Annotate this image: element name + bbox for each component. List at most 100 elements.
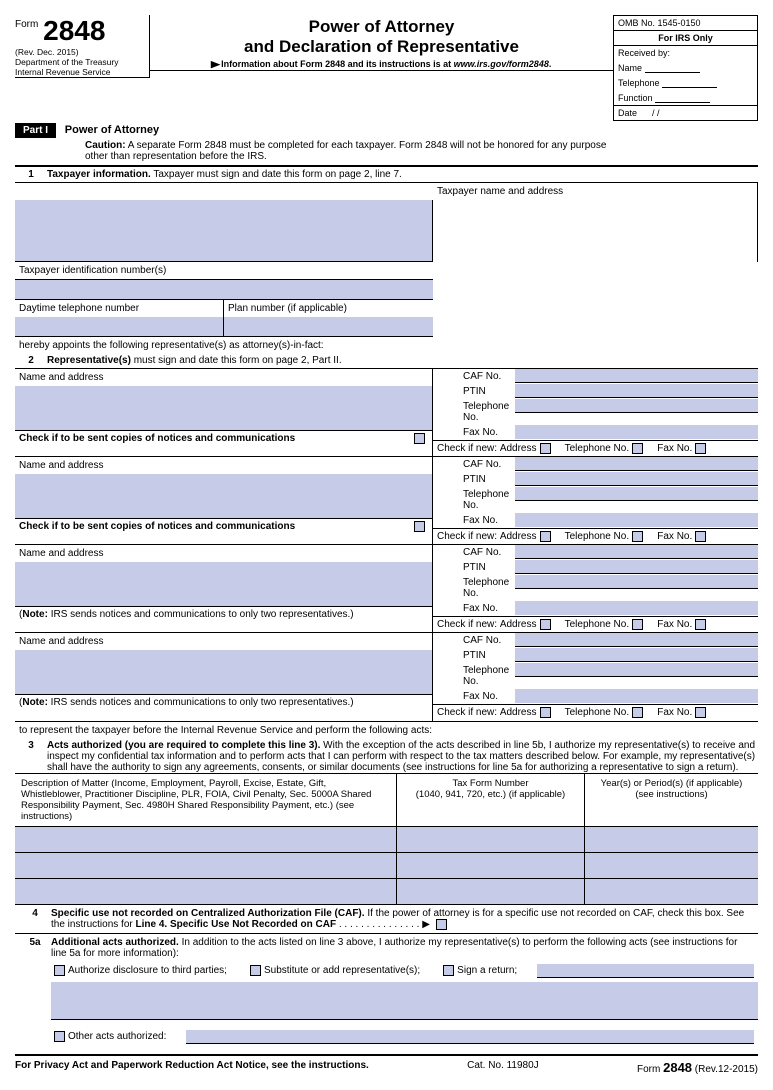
matter-header: Description of Matter (Income, Employmen… — [15, 773, 758, 827]
line2-header: 2 Representative(s) must sign and date t… — [15, 353, 758, 368]
line3-header: 3 Acts authorized (you are required to c… — [15, 738, 758, 773]
l5a-opt1-checkbox[interactable] — [54, 965, 65, 976]
rep3-name-label: Name and address — [15, 545, 432, 562]
matter-col3: Year(s) or Period(s) (if applicable)(see… — [585, 774, 758, 826]
footer-form: Form 2848 (Rev.12-2015) — [637, 1060, 758, 1075]
matter-col1: Description of Matter (Income, Employmen… — [15, 774, 397, 826]
rep3-fax-input[interactable] — [515, 601, 758, 615]
matter-r1c3[interactable] — [585, 827, 758, 853]
rep3-caf-input[interactable] — [515, 545, 758, 559]
rep-block-3: Name and address (Note: (Note: IRS sends… — [15, 544, 758, 632]
l5a-opt1-label: Authorize disclosure to third parties; — [68, 965, 227, 976]
rep3-tel-input[interactable] — [515, 575, 758, 589]
part1-label: Part I — [15, 123, 56, 138]
rep4-caf-label: CAF No. — [433, 633, 515, 648]
rep1-caf-input[interactable] — [515, 369, 758, 383]
function-row: Function — [614, 90, 757, 105]
line5a-num: 5a — [19, 937, 51, 959]
rep4-name-input[interactable] — [15, 650, 432, 694]
daytime-plan-labels: Daytime telephone number Plan number (if… — [15, 300, 433, 317]
rep3-ptin-input[interactable] — [515, 560, 758, 574]
rep1-checknew: Check if new: Address Telephone No. Fax … — [433, 440, 758, 456]
rep3-new-fax-checkbox[interactable] — [695, 619, 706, 630]
rep2-tel-input[interactable] — [515, 487, 758, 501]
rep1-caf-label: CAF No. — [433, 369, 515, 384]
matter-r1c1[interactable] — [15, 827, 397, 853]
date-slashes: / / — [652, 108, 660, 118]
rep1-new-fax-checkbox[interactable] — [695, 443, 706, 454]
function-input[interactable] — [655, 92, 710, 103]
matter-r2c3[interactable] — [585, 853, 758, 879]
form-id-block: Form 2848 (Rev. Dec. 2015) Department of… — [15, 15, 150, 78]
matter-r1c2[interactable] — [397, 827, 585, 853]
line5a-bold: Additional acts authorized. — [51, 937, 179, 948]
rep-block-2: Name and address Check if to be sent cop… — [15, 456, 758, 544]
arrow-icon: ▶ — [211, 59, 220, 70]
rep1-tel-input[interactable] — [515, 399, 758, 413]
matter-r2c2[interactable] — [397, 853, 585, 879]
matter-r3c1[interactable] — [15, 879, 397, 905]
title-line-1: Power of Attorney — [156, 17, 607, 37]
rep4-tel-input[interactable] — [515, 663, 758, 677]
rep2-name-input[interactable] — [15, 474, 432, 518]
l5a-sign-input[interactable] — [537, 964, 754, 978]
date-label: Date — [618, 108, 637, 118]
rep3-new-addr-checkbox[interactable] — [540, 619, 551, 630]
matter-r3c2[interactable] — [397, 879, 585, 905]
rep2-fax-input[interactable] — [515, 513, 758, 527]
rep4-ptin-input[interactable] — [515, 648, 758, 662]
rep2-new-tel-checkbox[interactable] — [632, 531, 643, 542]
l5a-other-checkbox[interactable] — [54, 1031, 65, 1042]
rep1-name-input[interactable] — [15, 386, 432, 430]
rep4-new-tel-label: Telephone No. — [565, 708, 630, 719]
rep2-caf-input[interactable] — [515, 457, 758, 471]
rep4-caf-input[interactable] — [515, 633, 758, 647]
line4-checkbox[interactable] — [436, 919, 447, 930]
rep3-name-input[interactable] — [15, 562, 432, 606]
rep1-new-tel-label: Telephone No. — [565, 443, 630, 454]
rep3-ptin-label: PTIN — [433, 560, 515, 575]
rep4-new-fax-label: Fax No. — [657, 708, 692, 719]
rep4-new-fax-checkbox[interactable] — [695, 707, 706, 718]
matter-r3c3[interactable] — [585, 879, 758, 905]
rep1-new-addr-checkbox[interactable] — [540, 443, 551, 454]
daytime-input[interactable] — [15, 317, 224, 337]
rep4-new-addr-checkbox[interactable] — [540, 707, 551, 718]
line2-text: Representative(s) must sign and date thi… — [47, 355, 758, 366]
rep3-new-tel-checkbox[interactable] — [632, 619, 643, 630]
rep4-new-tel-checkbox[interactable] — [632, 707, 643, 718]
telephone-input[interactable] — [662, 77, 717, 88]
name-input[interactable] — [645, 62, 700, 73]
taxpayer-name-input[interactable] — [15, 200, 433, 262]
l5a-fillarea[interactable] — [51, 982, 758, 1020]
footer: For Privacy Act and Paperwork Reduction … — [15, 1056, 758, 1075]
rep1-ptin-input[interactable] — [515, 384, 758, 398]
matter-col2b: (1040, 941, 720, etc.) (if applicable) — [416, 789, 565, 800]
rep2-new-addr-checkbox[interactable] — [540, 531, 551, 542]
rep1-fax-input[interactable] — [515, 425, 758, 439]
l5a-other-input[interactable] — [186, 1030, 754, 1044]
rep4-fax-input[interactable] — [515, 689, 758, 703]
appoints-text: hereby appoints the following representa… — [19, 340, 758, 351]
line1-bold: Taxpayer information. — [47, 169, 151, 180]
rep3-checknew: Check if new: Address Telephone No. Fax … — [433, 616, 758, 632]
tin-input[interactable] — [15, 280, 433, 300]
plan-input[interactable] — [224, 317, 433, 337]
omb-box: OMB No. 1545-0150 For IRS Only Received … — [613, 15, 758, 121]
info-period: . — [549, 59, 552, 69]
rep1-new-tel-checkbox[interactable] — [632, 443, 643, 454]
matter-r2c1[interactable] — [15, 853, 397, 879]
rep2-copies-checkbox[interactable] — [414, 521, 425, 532]
line4-arrow-icon: ▶ — [422, 919, 430, 930]
l5a-opt2-checkbox[interactable] — [250, 965, 261, 976]
rep2-ptin-input[interactable] — [515, 472, 758, 486]
line2-rest: must sign and date this form on page 2, … — [131, 355, 342, 366]
name-row: Name — [614, 60, 757, 75]
rep1-copies-checkbox[interactable] — [414, 433, 425, 444]
line3-text-start: Acts authorized (you are required to com… — [47, 740, 758, 773]
line4-num: 4 — [19, 908, 51, 930]
l5a-opt3-checkbox[interactable] — [443, 965, 454, 976]
rep2-new-fax-checkbox[interactable] — [695, 531, 706, 542]
department: Department of the Treasury — [15, 57, 141, 67]
line1-num: 1 — [15, 169, 47, 180]
